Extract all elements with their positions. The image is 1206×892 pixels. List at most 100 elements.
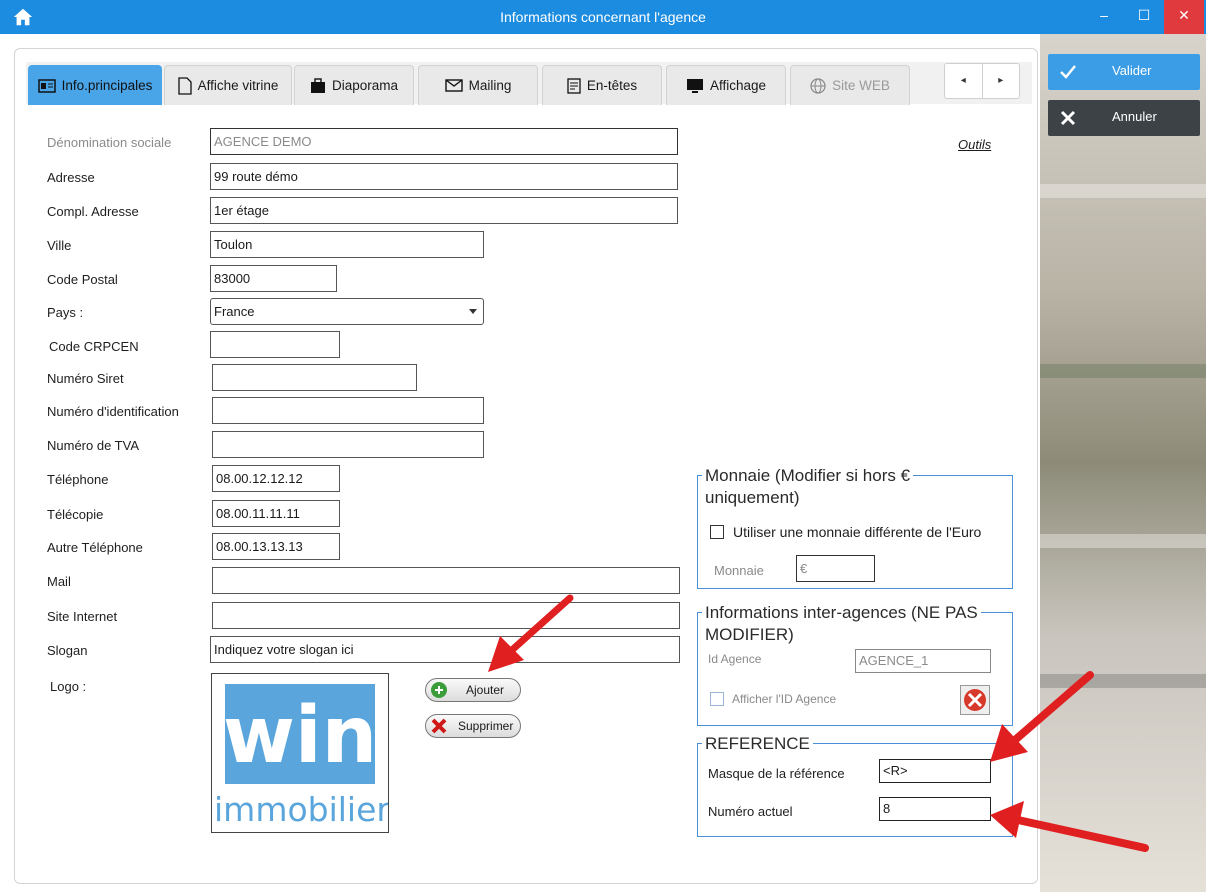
tab-label: Mailing [468, 78, 512, 93]
maximize-button[interactable]: ☐ [1124, 0, 1164, 34]
x-icon [1060, 110, 1076, 126]
crpcen-field[interactable] [210, 331, 340, 358]
inter-title-1: Informations inter-agences (NE PAS [702, 602, 981, 623]
chevron-down-icon [469, 309, 477, 314]
envelope-icon [444, 79, 463, 92]
logo-brand-top: win [223, 691, 377, 781]
win-immobilier-logo: win immobilier [214, 684, 390, 829]
supprimer-label: Supprimer [458, 719, 514, 733]
reference-group [697, 743, 1013, 837]
tab-label: Diaporama [331, 78, 399, 93]
logo-brand-bottom: immobilier [214, 790, 388, 829]
code-postal-label: Code Postal [47, 272, 118, 287]
monitor-icon [686, 78, 703, 93]
monnaie-checkbox-label: Utiliser une monnaie différente de l'Eur… [733, 524, 982, 540]
tab-label: Affichage [709, 78, 767, 93]
autre-telephone-label: Autre Téléphone [47, 540, 143, 555]
slogan-label: Slogan [47, 643, 88, 658]
afficher-id-checkbox[interactable] [710, 692, 724, 706]
denomination-field[interactable]: AGENCE DEMO [210, 128, 678, 155]
title-bar: Informations concernant l'agence – ☐ ✕ [0, 0, 1206, 34]
document-icon [177, 76, 192, 95]
mail-label: Mail [47, 574, 71, 589]
tab-info-principales[interactable]: Info.principales [28, 65, 162, 105]
tab-scroll-buttons: ◂ ▸ [944, 63, 1020, 99]
tva-field[interactable] [212, 431, 484, 458]
supprimer-button[interactable]: Supprimer [425, 714, 521, 738]
tab-mailing[interactable]: Mailing [418, 65, 538, 105]
tab-affiche-vitrine[interactable]: Affiche vitrine [164, 65, 292, 105]
valider-label: Valider [1112, 63, 1152, 78]
tab-prev-button[interactable]: ◂ [945, 64, 983, 98]
logo-label: Logo : [50, 679, 87, 694]
annuler-label: Annuler [1112, 109, 1157, 124]
inter-title-2: MODIFIER) [702, 624, 797, 645]
delete-icon [431, 718, 447, 734]
tab-label: Info.principales [61, 78, 153, 93]
masque-field[interactable]: <R> [879, 759, 991, 783]
telecopie-field[interactable]: 08.00.11.11.11 [212, 500, 340, 527]
globe-icon [810, 77, 826, 94]
minimize-button[interactable]: – [1084, 0, 1124, 34]
annuler-button[interactable]: Annuler [1048, 100, 1200, 136]
siret-label: Numéro Siret [47, 371, 124, 386]
pays-select[interactable]: France [210, 298, 484, 325]
tools-button[interactable] [960, 685, 990, 715]
header-doc-icon [567, 77, 581, 94]
telecopie-label: Télécopie [47, 507, 104, 522]
check-icon [1060, 65, 1076, 79]
window-title: Informations concernant l'agence [500, 9, 706, 25]
close-button[interactable]: ✕ [1164, 0, 1204, 34]
id-agence-label: Id Agence [708, 652, 762, 666]
ville-field[interactable]: Toulon [210, 231, 484, 258]
ajouter-button[interactable]: Ajouter [425, 678, 521, 702]
valider-button[interactable]: Valider [1048, 54, 1200, 90]
code-postal-field[interactable]: 83000 [210, 265, 337, 292]
tva-label: Numéro de TVA [47, 438, 140, 453]
monnaie-title-2: uniquement) [702, 487, 803, 508]
background-image [1040, 34, 1206, 892]
site-internet-field[interactable] [212, 602, 680, 629]
telephone-label: Téléphone [47, 472, 109, 487]
pays-label: Pays : [47, 305, 84, 320]
slogan-field[interactable]: Indiquez votre slogan ici [210, 636, 680, 663]
pays-value: France [214, 304, 255, 319]
tab-en-tetes[interactable]: En-têtes [542, 65, 662, 105]
autre-telephone-field[interactable]: 08.00.13.13.13 [212, 533, 340, 560]
tab-site-web[interactable]: Site WEB [790, 65, 910, 105]
compl-adresse-field[interactable]: 1er étage [210, 197, 678, 224]
ville-label: Ville [47, 238, 72, 253]
numero-actuel-field[interactable]: 8 [879, 797, 991, 821]
tab-affichage[interactable]: Affichage [666, 65, 786, 105]
mail-field[interactable] [212, 567, 680, 594]
monnaie-field[interactable]: € [796, 555, 875, 582]
adresse-field[interactable]: 99 route démo [210, 163, 678, 190]
id-agence-field[interactable]: AGENCE_1 [855, 649, 991, 673]
tab-next-button[interactable]: ▸ [983, 64, 1020, 98]
briefcase-icon [310, 77, 325, 93]
id-card-icon [37, 78, 56, 93]
reference-title: REFERENCE [702, 733, 813, 754]
wrench-screwdriver-icon [964, 689, 986, 711]
tab-label: Site WEB [832, 78, 890, 93]
denomination-label: Dénomination sociale [47, 135, 172, 150]
site-internet-label: Site Internet [47, 609, 118, 624]
numero-actuel-label: Numéro actuel [708, 804, 793, 819]
identification-field[interactable] [212, 397, 484, 424]
add-icon [431, 682, 447, 698]
monnaie-title-1: Monnaie (Modifier si hors € [702, 465, 914, 486]
outils-link[interactable]: Outils [958, 137, 991, 152]
masque-label: Masque de la référence [708, 766, 845, 781]
siret-field[interactable] [212, 364, 417, 391]
monnaie-field-label: Monnaie [714, 563, 764, 578]
adresse-label: Adresse [47, 170, 95, 185]
tab-label: Affiche vitrine [197, 78, 279, 93]
crpcen-label: Code CRPCEN [49, 339, 139, 354]
ajouter-label: Ajouter [466, 683, 505, 697]
monnaie-checkbox[interactable] [710, 525, 724, 539]
tab-diaporama[interactable]: Diaporama [294, 65, 414, 105]
logo-image[interactable]: win immobilier [211, 673, 390, 833]
compl-adresse-label: Compl. Adresse [47, 204, 139, 219]
identification-label: Numéro d'identification [47, 404, 179, 419]
telephone-field[interactable]: 08.00.12.12.12 [212, 465, 340, 492]
